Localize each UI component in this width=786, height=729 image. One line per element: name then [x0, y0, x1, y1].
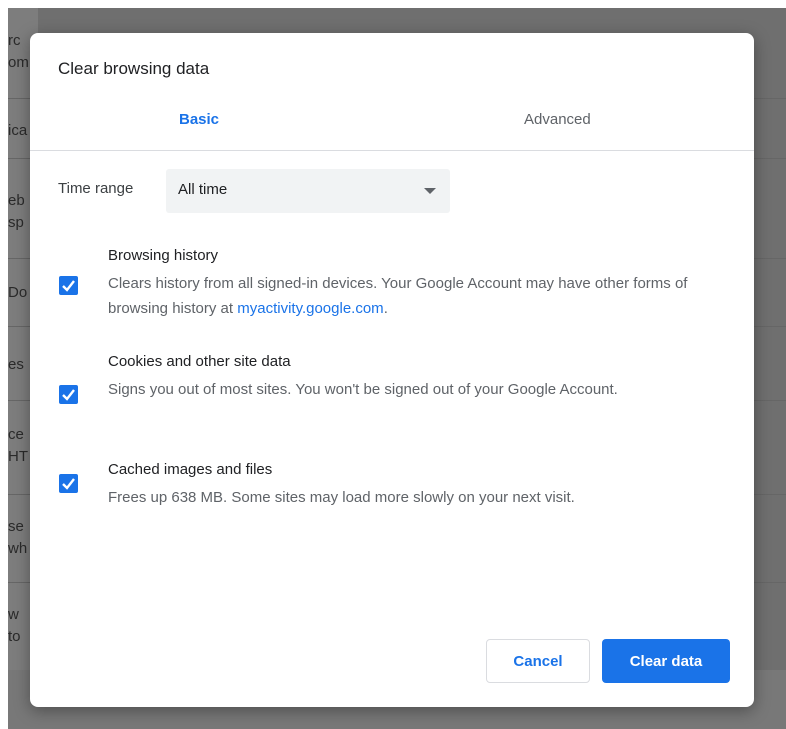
- browsing-history-checkbox[interactable]: [59, 276, 78, 295]
- tab-advanced[interactable]: Advanced: [524, 111, 591, 128]
- cancel-button[interactable]: Cancel: [486, 639, 590, 683]
- option-description-end: .: [383, 300, 388, 317]
- tab-basic[interactable]: Basic: [179, 111, 219, 128]
- option-description: Signs you out of most sites. You won't b…: [108, 381, 618, 398]
- time-range-select[interactable]: All time: [166, 169, 450, 213]
- clear-browsing-data-dialog: Clear browsing data Basic Advanced Time …: [30, 33, 754, 707]
- checkmark-icon: [62, 389, 75, 401]
- time-range-value: All time: [178, 181, 228, 198]
- option-title: Cookies and other site data: [108, 353, 291, 370]
- option-description: Clears history from all signed-in device…: [108, 271, 708, 321]
- cached-files-checkbox[interactable]: [59, 474, 78, 493]
- option-description-text: Clears history from all signed-in device…: [108, 275, 688, 317]
- dropdown-arrow-icon: [424, 188, 436, 194]
- checkmark-icon: [62, 478, 75, 490]
- option-title: Browsing history: [108, 247, 219, 264]
- option-title: Cached images and files: [108, 461, 273, 478]
- clear-data-button[interactable]: Clear data: [602, 639, 730, 683]
- time-range-label: Time range: [58, 180, 134, 197]
- option-description: Frees up 638 MB. Some sites may load mor…: [108, 489, 575, 506]
- tabs-divider: [30, 150, 754, 151]
- myactivity-link[interactable]: myactivity.google.com: [237, 300, 383, 317]
- cookies-checkbox[interactable]: [59, 385, 78, 404]
- dialog-title: Clear browsing data: [58, 59, 210, 78]
- checkmark-icon: [62, 280, 75, 292]
